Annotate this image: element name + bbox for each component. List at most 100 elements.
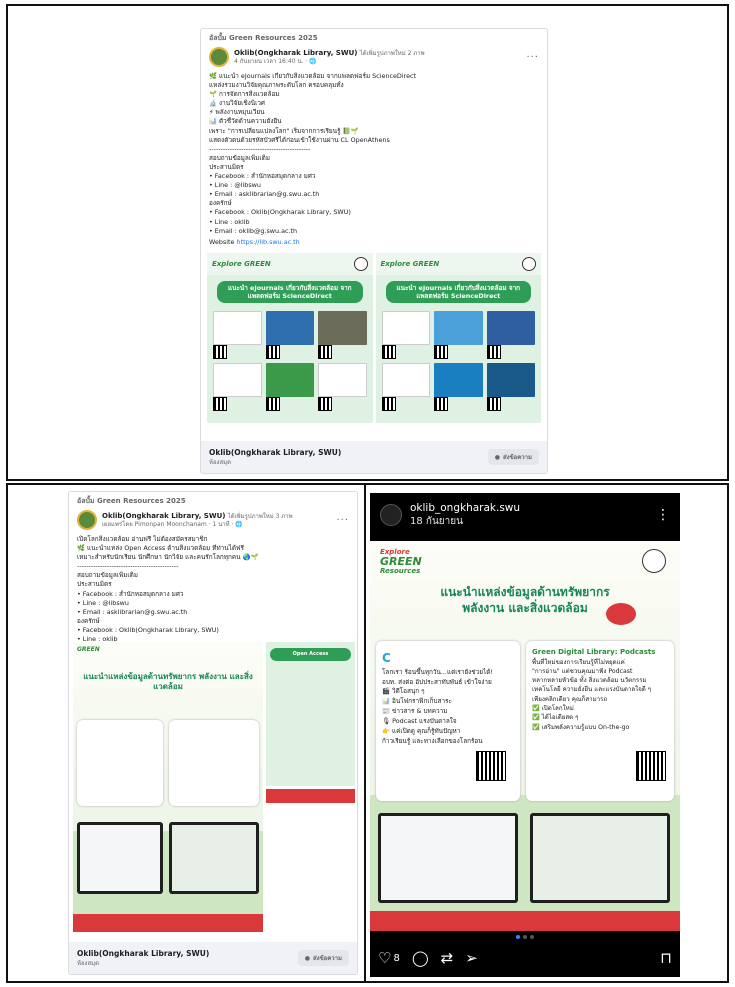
- post-text-line: เหมาะสำหรับนักเรียน นักศึกษา นักวิจัย แล…: [77, 553, 259, 562]
- post-text-line: • Email : asklibrarian@g.swu.ac.th: [209, 190, 320, 199]
- post-image-2[interactable]: Open Access: [266, 642, 355, 786]
- post-text-line: • Email : oklib@g.swu.ac.th: [209, 226, 298, 235]
- repost-icon[interactable]: ⇄: [441, 949, 454, 967]
- footer-category: ห้องสมุด: [209, 458, 232, 466]
- post-text-line: ✅ เปิดโลกใหม่: [532, 704, 574, 712]
- post-text-line: ⚡ พลังงานหมุนเวียน: [209, 108, 265, 117]
- heart-icon[interactable]: ♡: [378, 949, 391, 967]
- page-name[interactable]: Oklib(Ongkharak Library, SWU): [234, 49, 357, 57]
- post-text-line: ก้าวเรียนรู้ และทางเลือกของโลกร้อน: [382, 737, 483, 746]
- post-text-line: 🌱 การจัดการสิ่งแวดล้อม: [209, 90, 280, 99]
- explore-green-logo: Explore GREEN: [380, 259, 440, 268]
- post-text-line: 📊 ตัวชี้วัดด้านความยั่งยืน: [209, 117, 282, 126]
- post-text-line: องครักษ์: [209, 199, 232, 208]
- post-text-line: • Facebook : Oklib(Ongkharak Library, SW…: [209, 208, 351, 217]
- post-header: Oklib(Ongkharak Library, SWU) ได้เพิ่มรู…: [201, 44, 547, 70]
- post-text-line: • Line : @libswu: [77, 598, 129, 607]
- footer-page-name[interactable]: Oklib(Ongkharak Library, SWU): [77, 949, 209, 958]
- profile-avatar[interactable]: [380, 504, 402, 526]
- post-text-line: • Line : @libswu: [209, 181, 261, 190]
- post-text-line: • Facebook : สำนักหอสมุดกลาง มศว: [77, 589, 184, 598]
- instagram-post: oklib_ongkharak.swu 18 กันยายน ⋮ Explore …: [370, 493, 680, 977]
- post-text-line: สอบถามข้อมูลเพิ่มเติม: [209, 153, 270, 162]
- poster-left-panel: [77, 720, 163, 806]
- poster-banner: แนะนำ eJournals เกี่ยวกับสิ่งแวดล้อม จาก…: [217, 280, 363, 304]
- post-text-line: • Facebook : สำนักหอสมุดกลาง มศว: [209, 172, 316, 181]
- instagram-image[interactable]: Explore GREEN Resources แนะนำแหล่งข้อมูล…: [370, 541, 680, 931]
- library-seal-icon: [642, 549, 666, 573]
- c-logo-icon: C: [382, 651, 391, 665]
- post-date: 18 กันยายน: [410, 516, 463, 528]
- comment-icon[interactable]: ◯: [412, 949, 429, 967]
- laptop-mockup: [530, 813, 670, 903]
- post-text: เปิดโลกสิ่งแวดล้อม อ่านฟรี ไม่ต้องสมัครส…: [69, 533, 357, 655]
- post-text-line: 🎙 Podcast แรงบันดาลใจ: [382, 717, 457, 726]
- post-text: 🌿 แนะนำ eJournals เกี่ยวกับสิ่งแวดล้อม จ…: [201, 70, 547, 238]
- send-message-label: ส่งข้อความ: [502, 454, 532, 461]
- website-link[interactable]: https://lib.swu.ac.th: [237, 238, 300, 246]
- post-text-line: • Line : oklib: [209, 217, 250, 226]
- laptop-mockup: [169, 822, 259, 894]
- page-name[interactable]: Oklib(Ongkharak Library, SWU): [102, 512, 225, 520]
- facebook-post-ejournals: อัลบั้ม Green Resources 2025 Oklib(Ongkh…: [200, 28, 548, 474]
- post-text-line: สอบถามข้อมูลเพิ่มเติม: [77, 571, 138, 580]
- username[interactable]: oklib_ongkharak.swu: [410, 502, 520, 514]
- like-count: 8: [393, 952, 400, 964]
- post-text-line: 👉 แค่เปิดดู คุณก็รู้ทันปัญหา: [382, 727, 461, 736]
- bookmark-icon[interactable]: ⊓: [660, 949, 672, 967]
- post-image-1[interactable]: GREEN แนะนำแหล่งข้อมูลด้านทรัพยากร พลังง…: [73, 642, 263, 932]
- laptop-mockup: [77, 822, 163, 894]
- post-images: Explore GREEN แนะนำ eJournals เกี่ยวกับส…: [201, 252, 547, 423]
- post-text-line: หลากหลายหัวข้อ ทั้ง สิ่งแวดล้อม นวัตกรรม: [532, 677, 647, 685]
- more-options-icon[interactable]: ···: [336, 515, 349, 526]
- instagram-actions: ♡ 8 ◯ ⇄ ➢ ⊓: [378, 949, 672, 967]
- send-message-button[interactable]: ● ส่งข้อความ: [297, 950, 349, 966]
- green-digital-library-title: Green Digital Library: Podcasts: [532, 648, 656, 656]
- post-text-line: ✅ เสริมพลังความรู้แบบ On-the-go: [532, 723, 630, 731]
- owl-mascot-icon: [606, 603, 636, 625]
- page-footer: Oklib(Ongkharak Library, SWU) ห้องสมุด ● ส…: [69, 942, 357, 974]
- post-text-line: ✅ ได้ไอเดียสด ๆ: [532, 714, 579, 722]
- more-options-icon[interactable]: ···: [526, 52, 539, 63]
- post-text-line: ----------------------------------------…: [77, 562, 179, 571]
- post-image-1[interactable]: Explore GREEN แนะนำ eJournals เกี่ยวกับส…: [207, 252, 373, 423]
- poster-contact-bar: [73, 914, 263, 932]
- post-text-line: 📰 ข่าวสาร & บทความ: [382, 707, 448, 716]
- share-icon[interactable]: ➢: [465, 949, 478, 967]
- poster-right-panel: [169, 720, 259, 806]
- post-image-2[interactable]: Explore GREEN แนะนำ eJournals เกี่ยวกับส…: [375, 252, 541, 423]
- post-text-line: ----------------------------------------…: [209, 144, 311, 153]
- page-avatar[interactable]: [77, 510, 97, 530]
- post-timestamp[interactable]: 4 กันยายน เวลา 16:40 น. · 🌐: [234, 58, 526, 66]
- send-message-button[interactable]: ● ส่งข้อความ: [487, 449, 539, 465]
- poster-title: แนะนำแหล่งข้อมูลด้านทรัพยากร พลังงาน และ…: [83, 672, 253, 692]
- poster-banner: แนะนำ eJournals เกี่ยวกับสิ่งแวดล้อม จาก…: [385, 280, 531, 304]
- page-avatar[interactable]: [209, 47, 229, 67]
- post-text-line: เปิดโลกสิ่งแวดล้อม อ่านฟรี ไม่ต้องสมัครส…: [77, 535, 208, 543]
- post-text-line: 📊 อินโฟกราฟิกเก็บสาระ: [382, 697, 452, 706]
- laptop-mockup: [378, 813, 518, 903]
- post-text-line: แหล่งรวมงานวิจัยคุณภาพระดับโลก ครอบคลุมท…: [209, 81, 344, 90]
- bottom-screenshot-frame: อัลบั้ม Green Resources 2025 Oklib(Ongkh…: [6, 483, 729, 983]
- post-text-line: โลกเรา ร้อนขึ้นทุกวัน...แต่เรายังช่วยได้…: [382, 667, 493, 676]
- qr-code: [476, 751, 506, 781]
- more-options-icon[interactable]: ⋮: [656, 507, 670, 523]
- post-text-line: 🌿 แนะนำ eJournals เกี่ยวกับสิ่งแวดล้อม จ…: [209, 72, 417, 80]
- post-text-line: พื้นที่ใหม่ของการเรียนรู้ที่ไม่หยุดแค่: [532, 658, 625, 666]
- post-text-line: 🌿 แนะนำแหล่ง Open Access ด้านสิ่งแวดล้อม…: [77, 544, 244, 553]
- footer-page-name[interactable]: Oklib(Ongkharak Library, SWU): [209, 448, 341, 457]
- album-link[interactable]: อัลบั้ม Green Resources 2025: [201, 29, 547, 44]
- post-timestamp[interactable]: เผยแพร่โดย Pimonpan Moonchanam · 1 นาที …: [102, 521, 336, 529]
- poster-contact-bar: [370, 911, 680, 931]
- post-text-line: • Facebook : Oklib(Ongkharak Library, SW…: [77, 625, 219, 634]
- library-seal-icon: [522, 256, 536, 271]
- send-message-label: ส่งข้อความ: [312, 955, 342, 962]
- footer-category: ห้องสมุด: [77, 959, 100, 967]
- album-link[interactable]: อัลบั้ม Green Resources 2025: [69, 492, 357, 507]
- messenger-icon: ●: [304, 954, 310, 962]
- post-action: ได้เพิ่มรูปภาพใหม่ 3 ภาพ: [227, 512, 293, 520]
- explore-green-logo: GREEN: [77, 646, 100, 653]
- post-image-3[interactable]: [266, 788, 355, 932]
- website-label: Website: [209, 237, 235, 246]
- explore-green-logo: Explore GREEN: [212, 259, 271, 268]
